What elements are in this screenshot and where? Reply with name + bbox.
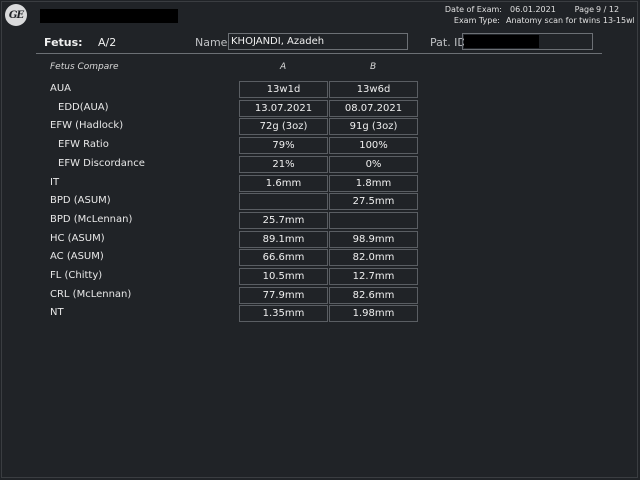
value-cell-a: 72g (3oz) [239, 118, 328, 136]
date-of-exam-value: 06.01.2021 [510, 5, 556, 14]
name-field[interactable]: KHOJANDI, Azadeh [228, 33, 408, 50]
redacted-patient-id [464, 35, 539, 48]
value-cell-a: 13w1d [239, 81, 328, 98]
page-label: Page [574, 5, 594, 14]
table-row: EFW (Hadlock) 72g (3oz) 91g (3oz) [0, 118, 640, 136]
row-label: CRL (McLennan) [50, 288, 132, 300]
table-row: AC (ASUM) 66.6mm 82.0mm [0, 249, 640, 267]
table-row: NT 1.35mm 1.98mm [0, 305, 640, 323]
value-cell-a: 1.35mm [239, 305, 328, 323]
ge-logo-text: GE [8, 9, 24, 21]
value-cell-a: 77.9mm [239, 286, 328, 304]
row-label: EFW (Hadlock) [50, 120, 124, 132]
table-row: EFW Ratio 79% 100% [0, 137, 640, 155]
fetus-value: A/2 [98, 36, 117, 49]
row-label: HC (ASUM) [50, 232, 105, 244]
value-cell-b: 08.07.2021 [329, 99, 418, 117]
row-label: BPD (McLennan) [50, 213, 133, 225]
value-cell-b [329, 211, 418, 229]
name-label: Name [195, 36, 228, 49]
value-cell-a: 10.5mm [239, 268, 328, 285]
value-cell-b: 82.0mm [329, 249, 418, 267]
fetus-label: Fetus: [44, 36, 83, 49]
row-label: AUA [50, 83, 72, 94]
header-divider [36, 53, 602, 54]
value-cell-b: 1.98mm [329, 305, 418, 323]
row-label: FL (Chitty) [50, 270, 103, 281]
table-row: BPD (McLennan) 25.7mm [0, 211, 640, 229]
ge-logo-icon: GE [5, 4, 27, 26]
value-cell-b: 0% [329, 155, 418, 173]
table-row: HC (ASUM) 89.1mm 98.9mm [0, 230, 640, 248]
table-row: AUA 13w1d 13w6d [0, 81, 640, 98]
row-label: EFW Ratio [58, 139, 109, 151]
value-cell-b: 91g (3oz) [329, 118, 418, 136]
value-cell-b: 100% [329, 137, 418, 155]
value-cell-a: 89.1mm [239, 230, 328, 248]
value-cell-a: 25.7mm [239, 211, 328, 229]
value-cell-a [239, 193, 328, 211]
table-row: BPD (ASUM) 27.5mm [0, 193, 640, 211]
exam-type-label: Exam Type: [453, 16, 500, 25]
table-title: Fetus Compare [50, 62, 119, 72]
value-cell-b: 82.6mm [329, 286, 418, 304]
value-cell-a: 21% [239, 155, 328, 173]
patient-id-label: Pat. ID [430, 36, 466, 49]
value-cell-b: 27.5mm [329, 193, 418, 211]
table-row: EDD(AUA) 13.07.2021 08.07.2021 [0, 99, 640, 117]
table-row: EFW Discordance 21% 0% [0, 155, 640, 173]
row-label: BPD (ASUM) [50, 195, 111, 207]
row-label: AC (ASUM) [50, 251, 104, 263]
row-label: EFW Discordance [58, 157, 145, 169]
row-label: NT [50, 307, 64, 319]
value-cell-b: 98.9mm [329, 230, 418, 248]
value-cell-b: 12.7mm [329, 268, 418, 285]
exam-type-value: Anatomy scan for twins 13-15wk [506, 16, 634, 25]
value-cell-b: 13w6d [329, 81, 418, 98]
table-row: IT 1.6mm 1.8mm [0, 174, 640, 192]
row-label: IT [50, 176, 60, 188]
page-value: 9 / 12 [596, 5, 620, 14]
date-of-exam-label: Date of Exam: [444, 5, 502, 14]
column-header-b: B [370, 62, 377, 72]
patient-id-field[interactable] [462, 33, 593, 50]
patient-info-row: Fetus: A/2 Name KHOJANDI, Azadeh Pat. ID [0, 33, 640, 53]
value-cell-a: 13.07.2021 [239, 99, 328, 117]
value-cell-a: 66.6mm [239, 249, 328, 267]
row-label: EDD(AUA) [58, 101, 109, 113]
redacted-block [40, 9, 178, 23]
value-cell-a: 1.6mm [239, 174, 328, 192]
column-header-a: A [280, 62, 287, 72]
table-row: FL (Chitty) 10.5mm 12.7mm [0, 268, 640, 285]
table-row: CRL (McLennan) 77.9mm 82.6mm [0, 286, 640, 304]
value-cell-b: 1.8mm [329, 174, 418, 192]
value-cell-a: 79% [239, 137, 328, 155]
